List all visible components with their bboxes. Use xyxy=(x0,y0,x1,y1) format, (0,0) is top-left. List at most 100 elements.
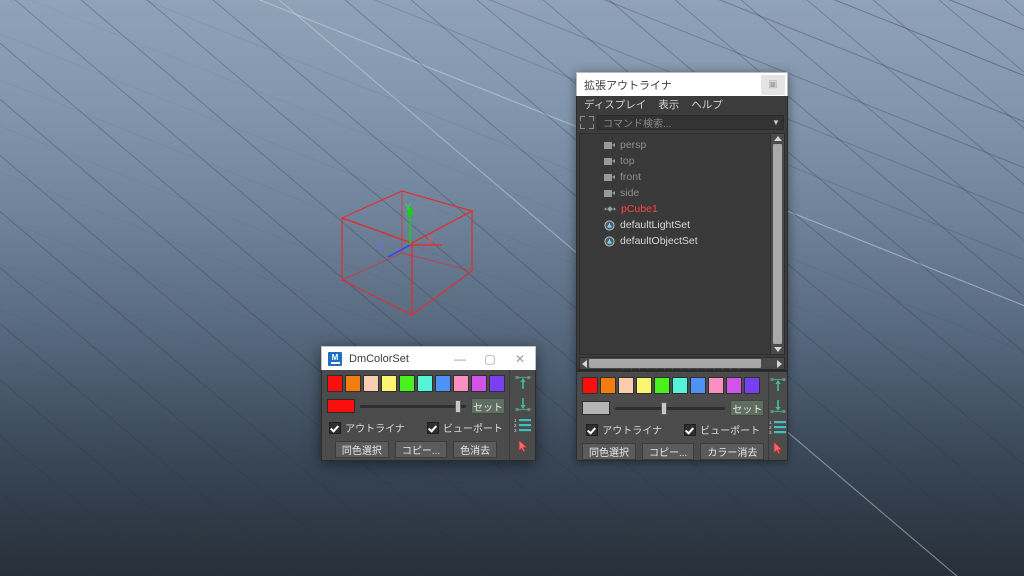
dialog-title: DmColorSet xyxy=(349,352,409,365)
outliner-item-top[interactable]: top xyxy=(580,153,770,169)
dialog-clear-color-button[interactable]: 色消去 xyxy=(453,441,498,458)
dialog-checkbox-viewport[interactable]: ビューポート xyxy=(426,420,503,435)
dock-checkbox-outliner-label: アウトライナ xyxy=(602,426,663,437)
search-marker-icon xyxy=(580,116,594,129)
dock-swatch-1[interactable] xyxy=(600,377,616,394)
dock-checkbox-outliner[interactable]: アウトライナ xyxy=(586,422,662,437)
dock-align-bottom-icon[interactable] xyxy=(769,398,787,414)
dock-copy-button[interactable]: コピー... xyxy=(642,443,695,460)
dialog-swatch-row[interactable] xyxy=(327,375,505,392)
outliner-item-defaultLightSet[interactable]: defaultLightSet xyxy=(580,217,770,233)
dialog-swatch-7[interactable] xyxy=(453,375,469,392)
outliner-item-label: front xyxy=(620,171,642,183)
dialog-checkbox-outliner-label: アウトライナ xyxy=(345,424,405,435)
viewport-grid xyxy=(0,0,1024,576)
dialog-checkbox-outliner[interactable]: アウトライナ xyxy=(329,420,405,435)
cube-object-pCube1[interactable]: X Y Z xyxy=(330,185,495,330)
dialog-swatch-0[interactable] xyxy=(327,375,343,392)
dock-swatch-4[interactable] xyxy=(654,377,670,394)
chevron-down-icon[interactable]: ▼ xyxy=(769,118,783,127)
dialog-swatch-6[interactable] xyxy=(435,375,451,392)
dialog-swatch-4[interactable] xyxy=(399,375,415,392)
dock-color-preview[interactable] xyxy=(582,401,610,415)
docked-colorset-panel[interactable]: セット アウトライナ ビューポート 同色選択 コピー... カラー消去 123 xyxy=(576,371,788,461)
dmcolorset-dialog[interactable]: M DmColorSet — ▢ ✕ セット アウトライナ ビューポート 同色選… xyxy=(321,346,536,461)
dock-swatch-row[interactable] xyxy=(582,377,764,394)
dock-swatch-5[interactable] xyxy=(672,377,688,394)
scroll-up-arrow-icon[interactable] xyxy=(773,136,782,141)
dock-clear-color-button[interactable]: カラー消去 xyxy=(700,443,765,460)
checkmark-icon xyxy=(586,423,599,436)
outliner-item-side[interactable]: side xyxy=(580,185,770,201)
camera-icon xyxy=(604,141,615,149)
outliner-item-defaultObjectSet[interactable]: defaultObjectSet xyxy=(580,233,770,249)
outliner-window[interactable]: 拡張アウトライナ ▣ ディスプレイ 表示 ヘルプ コマンド検索... ▼ per… xyxy=(576,72,788,371)
dock-swatch-8[interactable] xyxy=(726,377,742,394)
menu-show[interactable]: 表示 xyxy=(658,97,679,112)
dialog-color-preview[interactable] xyxy=(327,399,355,413)
outliner-item-pCube1[interactable]: pCube1 xyxy=(580,201,770,217)
dialog-set-button[interactable]: セット xyxy=(471,398,505,414)
outliner-menubar: ディスプレイ 表示 ヘルプ xyxy=(577,96,787,113)
vertical-scroll-thumb[interactable] xyxy=(773,144,782,344)
dialog-slider-handle[interactable] xyxy=(454,399,461,413)
outliner-tree-list[interactable]: persp top front side pCube1 defaultLightSet de… xyxy=(580,134,770,354)
axis-label-x: X xyxy=(427,235,433,245)
dock-checkbox-viewport[interactable]: ビューポート xyxy=(684,422,760,437)
outliner-item-front[interactable]: front xyxy=(580,169,770,185)
dialog-swatch-1[interactable] xyxy=(345,375,361,392)
object-set-icon xyxy=(604,219,615,231)
dock-numbered-list-icon[interactable]: 123 xyxy=(769,419,787,435)
outliner-vertical-scrollbar[interactable] xyxy=(770,134,784,354)
outliner-tree-area[interactable]: persp top front side pCube1 defaultLightSet de… xyxy=(579,133,785,355)
svg-text:3: 3 xyxy=(769,430,772,435)
outliner-item-label: defaultLightSet xyxy=(620,219,691,231)
outliner-body: ディスプレイ 表示 ヘルプ コマンド検索... ▼ persp top front s… xyxy=(576,96,788,371)
outliner-item-label: pCube1 xyxy=(621,203,658,215)
dialog-align-top-icon[interactable] xyxy=(514,375,532,391)
outliner-item-label: defaultObjectSet xyxy=(620,235,698,247)
scroll-down-arrow-icon[interactable] xyxy=(773,347,782,352)
dock-picker-icon[interactable] xyxy=(769,440,787,456)
dock-swatch-2[interactable] xyxy=(618,377,634,394)
dialog-action-buttons: 同色選択 コピー... 色消去 xyxy=(327,441,505,458)
checkmark-icon xyxy=(426,421,439,434)
outliner-titlebar[interactable]: 拡張アウトライナ ▣ xyxy=(576,72,788,96)
camera-icon xyxy=(604,189,615,197)
dock-select-same-color-button[interactable]: 同色選択 xyxy=(582,443,636,460)
dialog-swatch-2[interactable] xyxy=(363,375,379,392)
dialog-numbered-list-icon[interactable]: 123 xyxy=(514,417,532,433)
dialog-swatch-9[interactable] xyxy=(489,375,505,392)
outliner-item-persp[interactable]: persp xyxy=(580,137,770,153)
dialog-swatch-8[interactable] xyxy=(471,375,487,392)
menu-display[interactable]: ディスプレイ xyxy=(584,97,646,112)
minimize-button[interactable]: — xyxy=(445,347,475,370)
menu-help[interactable]: ヘルプ xyxy=(691,97,723,112)
outliner-titlebar-button[interactable]: ▣ xyxy=(761,74,785,95)
outliner-item-label: persp xyxy=(620,139,647,151)
dialog-swatch-3[interactable] xyxy=(381,375,397,392)
axis-label-y: Y xyxy=(405,202,411,212)
dock-slider-handle[interactable] xyxy=(660,401,667,415)
dock-swatch-7[interactable] xyxy=(708,377,724,394)
dialog-picker-icon[interactable] xyxy=(514,438,532,454)
command-search-input[interactable]: コマンド検索... ▼ xyxy=(597,115,784,130)
dock-align-top-icon[interactable] xyxy=(769,377,787,393)
dock-intensity-slider[interactable] xyxy=(615,401,726,415)
dialog-align-bottom-icon[interactable] xyxy=(514,396,532,412)
command-search-row: コマンド検索... ▼ xyxy=(580,114,784,131)
close-button[interactable]: ✕ xyxy=(505,347,535,370)
object-set-icon xyxy=(604,235,615,247)
dialog-copy-button[interactable]: コピー... xyxy=(394,441,448,458)
dock-swatch-0[interactable] xyxy=(582,377,598,394)
dialog-select-same-color-button[interactable]: 同色選択 xyxy=(334,441,389,458)
dialog-titlebar[interactable]: M DmColorSet — ▢ ✕ xyxy=(321,346,536,370)
dock-swatch-6[interactable] xyxy=(690,377,706,394)
dock-swatch-3[interactable] xyxy=(636,377,652,394)
dock-set-button[interactable]: セット xyxy=(730,400,765,416)
maximize-button[interactable]: ▢ xyxy=(475,347,505,370)
dock-swatch-9[interactable] xyxy=(744,377,760,394)
dialog-intensity-slider[interactable] xyxy=(360,399,466,413)
dialog-swatch-5[interactable] xyxy=(417,375,433,392)
dialog-checkbox-viewport-label: ビューポート xyxy=(442,424,503,435)
